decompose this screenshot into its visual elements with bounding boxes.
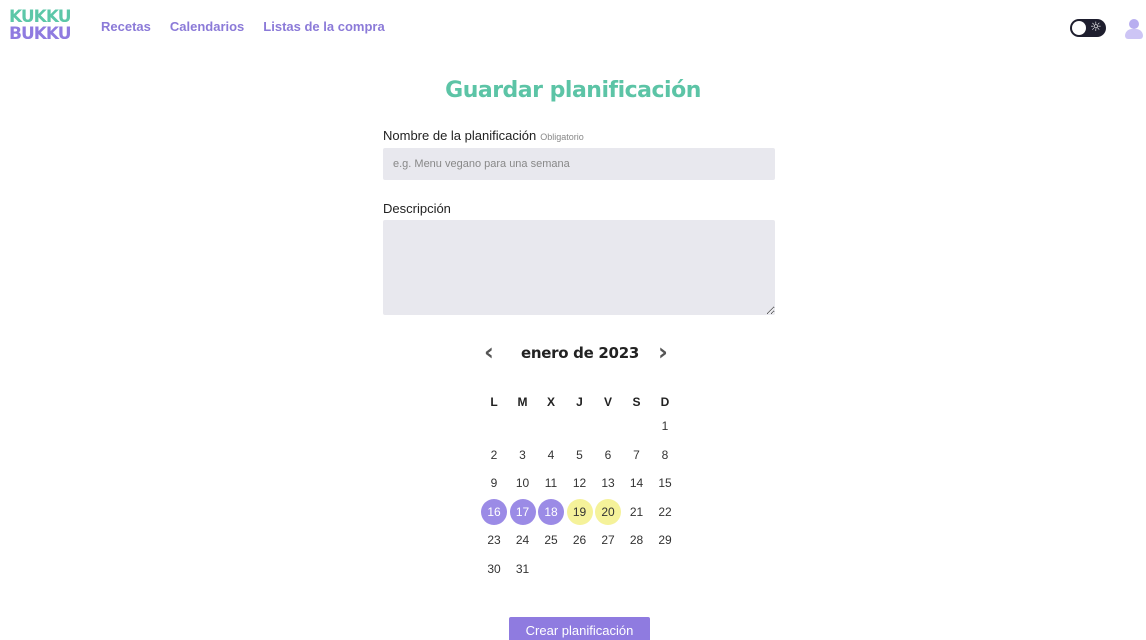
theme-toggle[interactable]: ☼: [1070, 19, 1106, 37]
weekday-header: L: [490, 395, 498, 409]
create-plan-button[interactable]: Crear planificación: [509, 617, 650, 640]
calendar-day[interactable]: 7: [624, 442, 650, 468]
calendar-day[interactable]: 4: [538, 442, 564, 468]
nav-link-calendarios[interactable]: Calendarios: [170, 19, 244, 34]
calendar-day[interactable]: 12: [567, 470, 593, 496]
calendar-day[interactable]: 23: [481, 527, 507, 553]
calendar-day[interactable]: 11: [538, 470, 564, 496]
calendar-day[interactable]: 17: [509, 498, 536, 525]
avatar-head: [1129, 19, 1139, 29]
calendar-day[interactable]: 10: [510, 470, 536, 496]
calendar-day[interactable]: 15: [652, 470, 678, 496]
name-label-text: Nombre de la planificación: [383, 128, 537, 143]
calendar-day[interactable]: 19: [566, 498, 593, 525]
page-title: Guardar planificación: [445, 78, 701, 103]
description-textarea[interactable]: [383, 220, 775, 315]
calendar-day[interactable]: 1: [652, 413, 678, 439]
name-field-label: Nombre de la planificación Obligatorio: [383, 128, 584, 143]
kukku-bukku-logo[interactable]: KUKKU BUKKU: [9, 9, 72, 45]
calendar-day[interactable]: 29: [652, 527, 678, 553]
nav-link-listas-compra[interactable]: Listas de la compra: [263, 19, 384, 34]
nav-link-recetas[interactable]: Recetas: [101, 19, 151, 34]
top-navbar: KUKKU BUKKU Recetas Calendarios Listas d…: [0, 0, 1146, 56]
calendar-day[interactable]: 18: [538, 498, 564, 525]
calendar-day[interactable]: 9: [481, 470, 507, 496]
required-hint: Obligatorio: [540, 132, 584, 142]
weekday-header: S: [632, 395, 641, 409]
weekday-header: M: [517, 395, 528, 409]
calendar-day[interactable]: 13: [595, 470, 621, 496]
calendar-day[interactable]: 14: [624, 470, 650, 496]
weekday-header: D: [660, 395, 670, 409]
chevron-left-icon[interactable]: ‹: [484, 338, 494, 366]
calendar-day[interactable]: 3: [510, 442, 536, 468]
calendar-day[interactable]: 2: [481, 442, 507, 468]
calendar-day[interactable]: 28: [624, 527, 650, 553]
weekday-header: J: [576, 395, 583, 409]
weekday-header: V: [603, 395, 612, 409]
weekday-header: X: [546, 395, 555, 409]
calendar-day[interactable]: 22: [652, 499, 678, 525]
calendar-day[interactable]: 30: [481, 556, 507, 582]
calendar-day[interactable]: 20: [595, 498, 621, 525]
user-avatar-icon[interactable]: [1124, 18, 1144, 40]
calendar-day[interactable]: 24: [510, 527, 536, 553]
logo-line-2: BUKKU: [9, 24, 72, 44]
calendar-day[interactable]: 31: [510, 556, 536, 582]
calendar-day[interactable]: 5: [567, 442, 593, 468]
calendar-day[interactable]: 27: [595, 527, 621, 553]
main-nav: Recetas Calendarios Listas de la compra: [101, 19, 404, 34]
calendar-day[interactable]: 21: [624, 499, 650, 525]
description-label: Descripción: [383, 201, 451, 216]
toggle-knob: [1072, 21, 1086, 35]
calendar-day[interactable]: 6: [595, 442, 621, 468]
calendar-day[interactable]: 8: [652, 442, 678, 468]
sun-icon: ☼: [1090, 20, 1102, 35]
plan-name-input[interactable]: [383, 148, 775, 180]
calendar-month-label: enero de 2023: [521, 344, 639, 362]
chevron-right-icon[interactable]: ›: [658, 338, 668, 366]
calendar-day[interactable]: 16: [481, 498, 507, 525]
calendar-day[interactable]: 26: [567, 527, 593, 553]
calendar-day[interactable]: 25: [538, 527, 564, 553]
avatar-body: [1125, 29, 1143, 39]
